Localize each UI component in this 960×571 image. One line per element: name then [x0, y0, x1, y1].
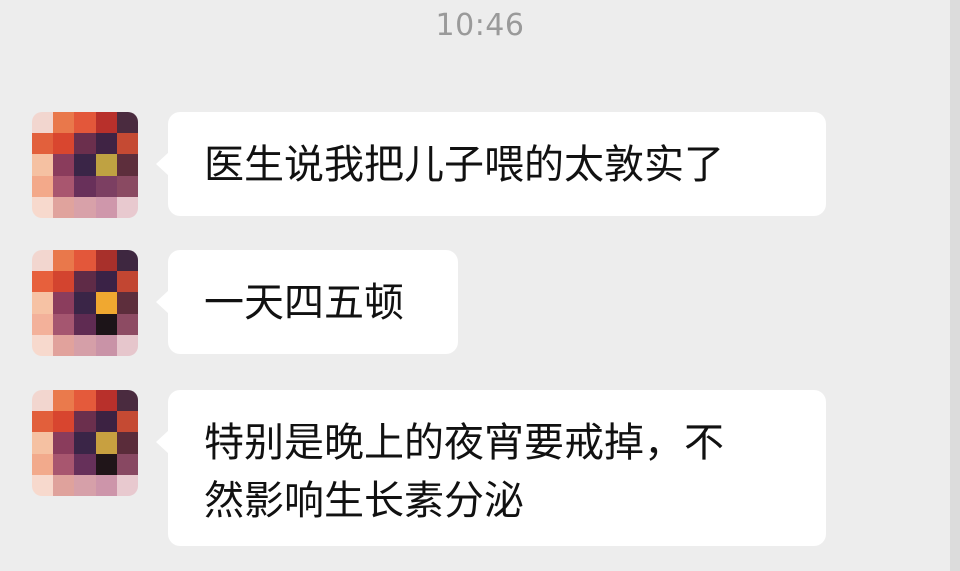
message-text-line-1: 特别是晚上的夜宵要戒掉，不 — [204, 420, 724, 466]
message-bubble[interactable]: 一天四五顿 — [156, 250, 458, 354]
message-bubble[interactable]: 特别是晚上的夜宵要戒掉，不 然影响生长素分泌 — [156, 390, 826, 546]
chat-screen: 10:46 医生说我把儿子喂的太敦实了 一天四五顿 特别是晚上的夜宵要戒掉，不 … — [0, 0, 960, 571]
avatar[interactable] — [32, 390, 138, 496]
avatar[interactable] — [32, 112, 138, 218]
avatar[interactable] — [32, 250, 138, 356]
scrollbar-edge — [950, 0, 960, 571]
message-bubble[interactable]: 医生说我把儿子喂的太敦实了 — [156, 112, 826, 216]
message-text-line-2: 然影响生长素分泌 — [204, 478, 524, 524]
message-text: 医生说我把儿子喂的太敦实了 — [204, 142, 724, 188]
message-timestamp: 10:46 — [435, 8, 525, 43]
message-text: 一天四五顿 — [204, 280, 404, 326]
